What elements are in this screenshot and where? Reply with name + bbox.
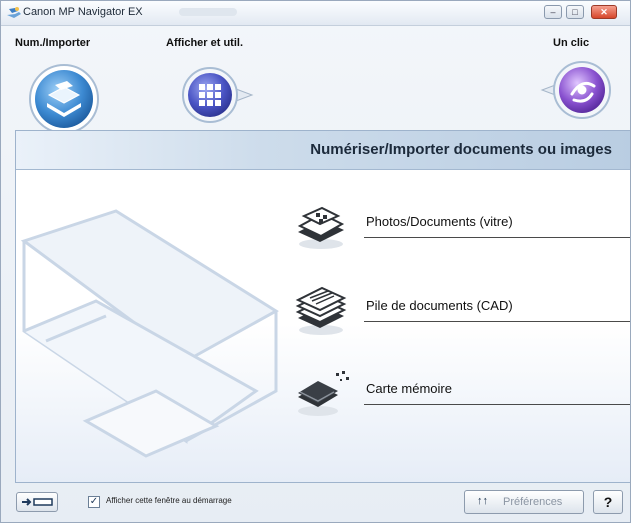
app-icon <box>7 7 21 18</box>
panel-header: Numériser/Importer documents ou images <box>16 131 630 170</box>
action-label: Photos/Documents (vitre) <box>366 214 513 229</box>
mode-label-view-use: Afficher et util. <box>166 37 244 49</box>
help-button[interactable]: ? <box>593 490 623 514</box>
divider <box>364 404 630 405</box>
mode-label-scan-import: Num./Importer <box>15 37 91 49</box>
title-bar[interactable]: Canon MP Navigator EX – □ ✕ <box>1 1 630 26</box>
scanner-illustration <box>20 209 279 458</box>
panel-title: Numériser/Importer documents ou images <box>310 141 612 158</box>
document-stack-adf-icon <box>295 286 347 335</box>
preferences-label: Préférences <box>503 496 563 508</box>
mode-button-view-use[interactable] <box>182 67 256 123</box>
memory-card-icon <box>298 371 349 416</box>
title-suffix-redacted <box>179 8 237 16</box>
main-window: Canon MP Navigator EX – □ ✕ Num./Importe… <box>0 0 631 523</box>
footer-bar: ✓ Afficher cette fenêtre au démarrage ↑↑… <box>1 483 630 522</box>
mode-label-one-click: Un clic <box>553 37 590 49</box>
close-button[interactable]: ✕ <box>591 5 617 19</box>
show-window-checkbox-label: Afficher cette fenêtre au démarrage <box>106 496 232 505</box>
minimize-icon: – <box>550 7 556 17</box>
minimize-button[interactable]: – <box>544 5 562 19</box>
maximize-button[interactable]: □ <box>566 5 584 19</box>
preferences-button[interactable]: ↑↑ Préférences <box>464 490 584 514</box>
action-photos-documents-platen[interactable]: Photos/Documents (vitre) <box>286 194 630 254</box>
window-title: Canon MP Navigator EX <box>23 6 143 18</box>
preferences-icon: ↑↑ <box>477 495 488 507</box>
action-memory-card[interactable]: Carte mémoire <box>286 361 630 421</box>
divider <box>364 237 630 238</box>
photos-documents-platen-icon <box>297 206 345 249</box>
action-label: Pile de documents (CAD) <box>366 298 513 313</box>
action-label: Carte mémoire <box>366 381 452 396</box>
show-window-checkbox[interactable]: ✓ <box>88 496 100 508</box>
content-panel: Numériser/Importer documents ou images P… <box>15 130 630 483</box>
close-icon: ✕ <box>600 7 608 17</box>
maximize-icon: □ <box>572 7 578 17</box>
divider <box>364 321 630 322</box>
mode-button-one-click[interactable] <box>538 60 614 120</box>
grid-view-icon <box>199 84 221 106</box>
switch-window-icon <box>22 498 53 506</box>
action-document-stack-adf[interactable]: Pile de documents (CAD) <box>286 278 630 338</box>
switch-window-button[interactable] <box>16 492 58 512</box>
